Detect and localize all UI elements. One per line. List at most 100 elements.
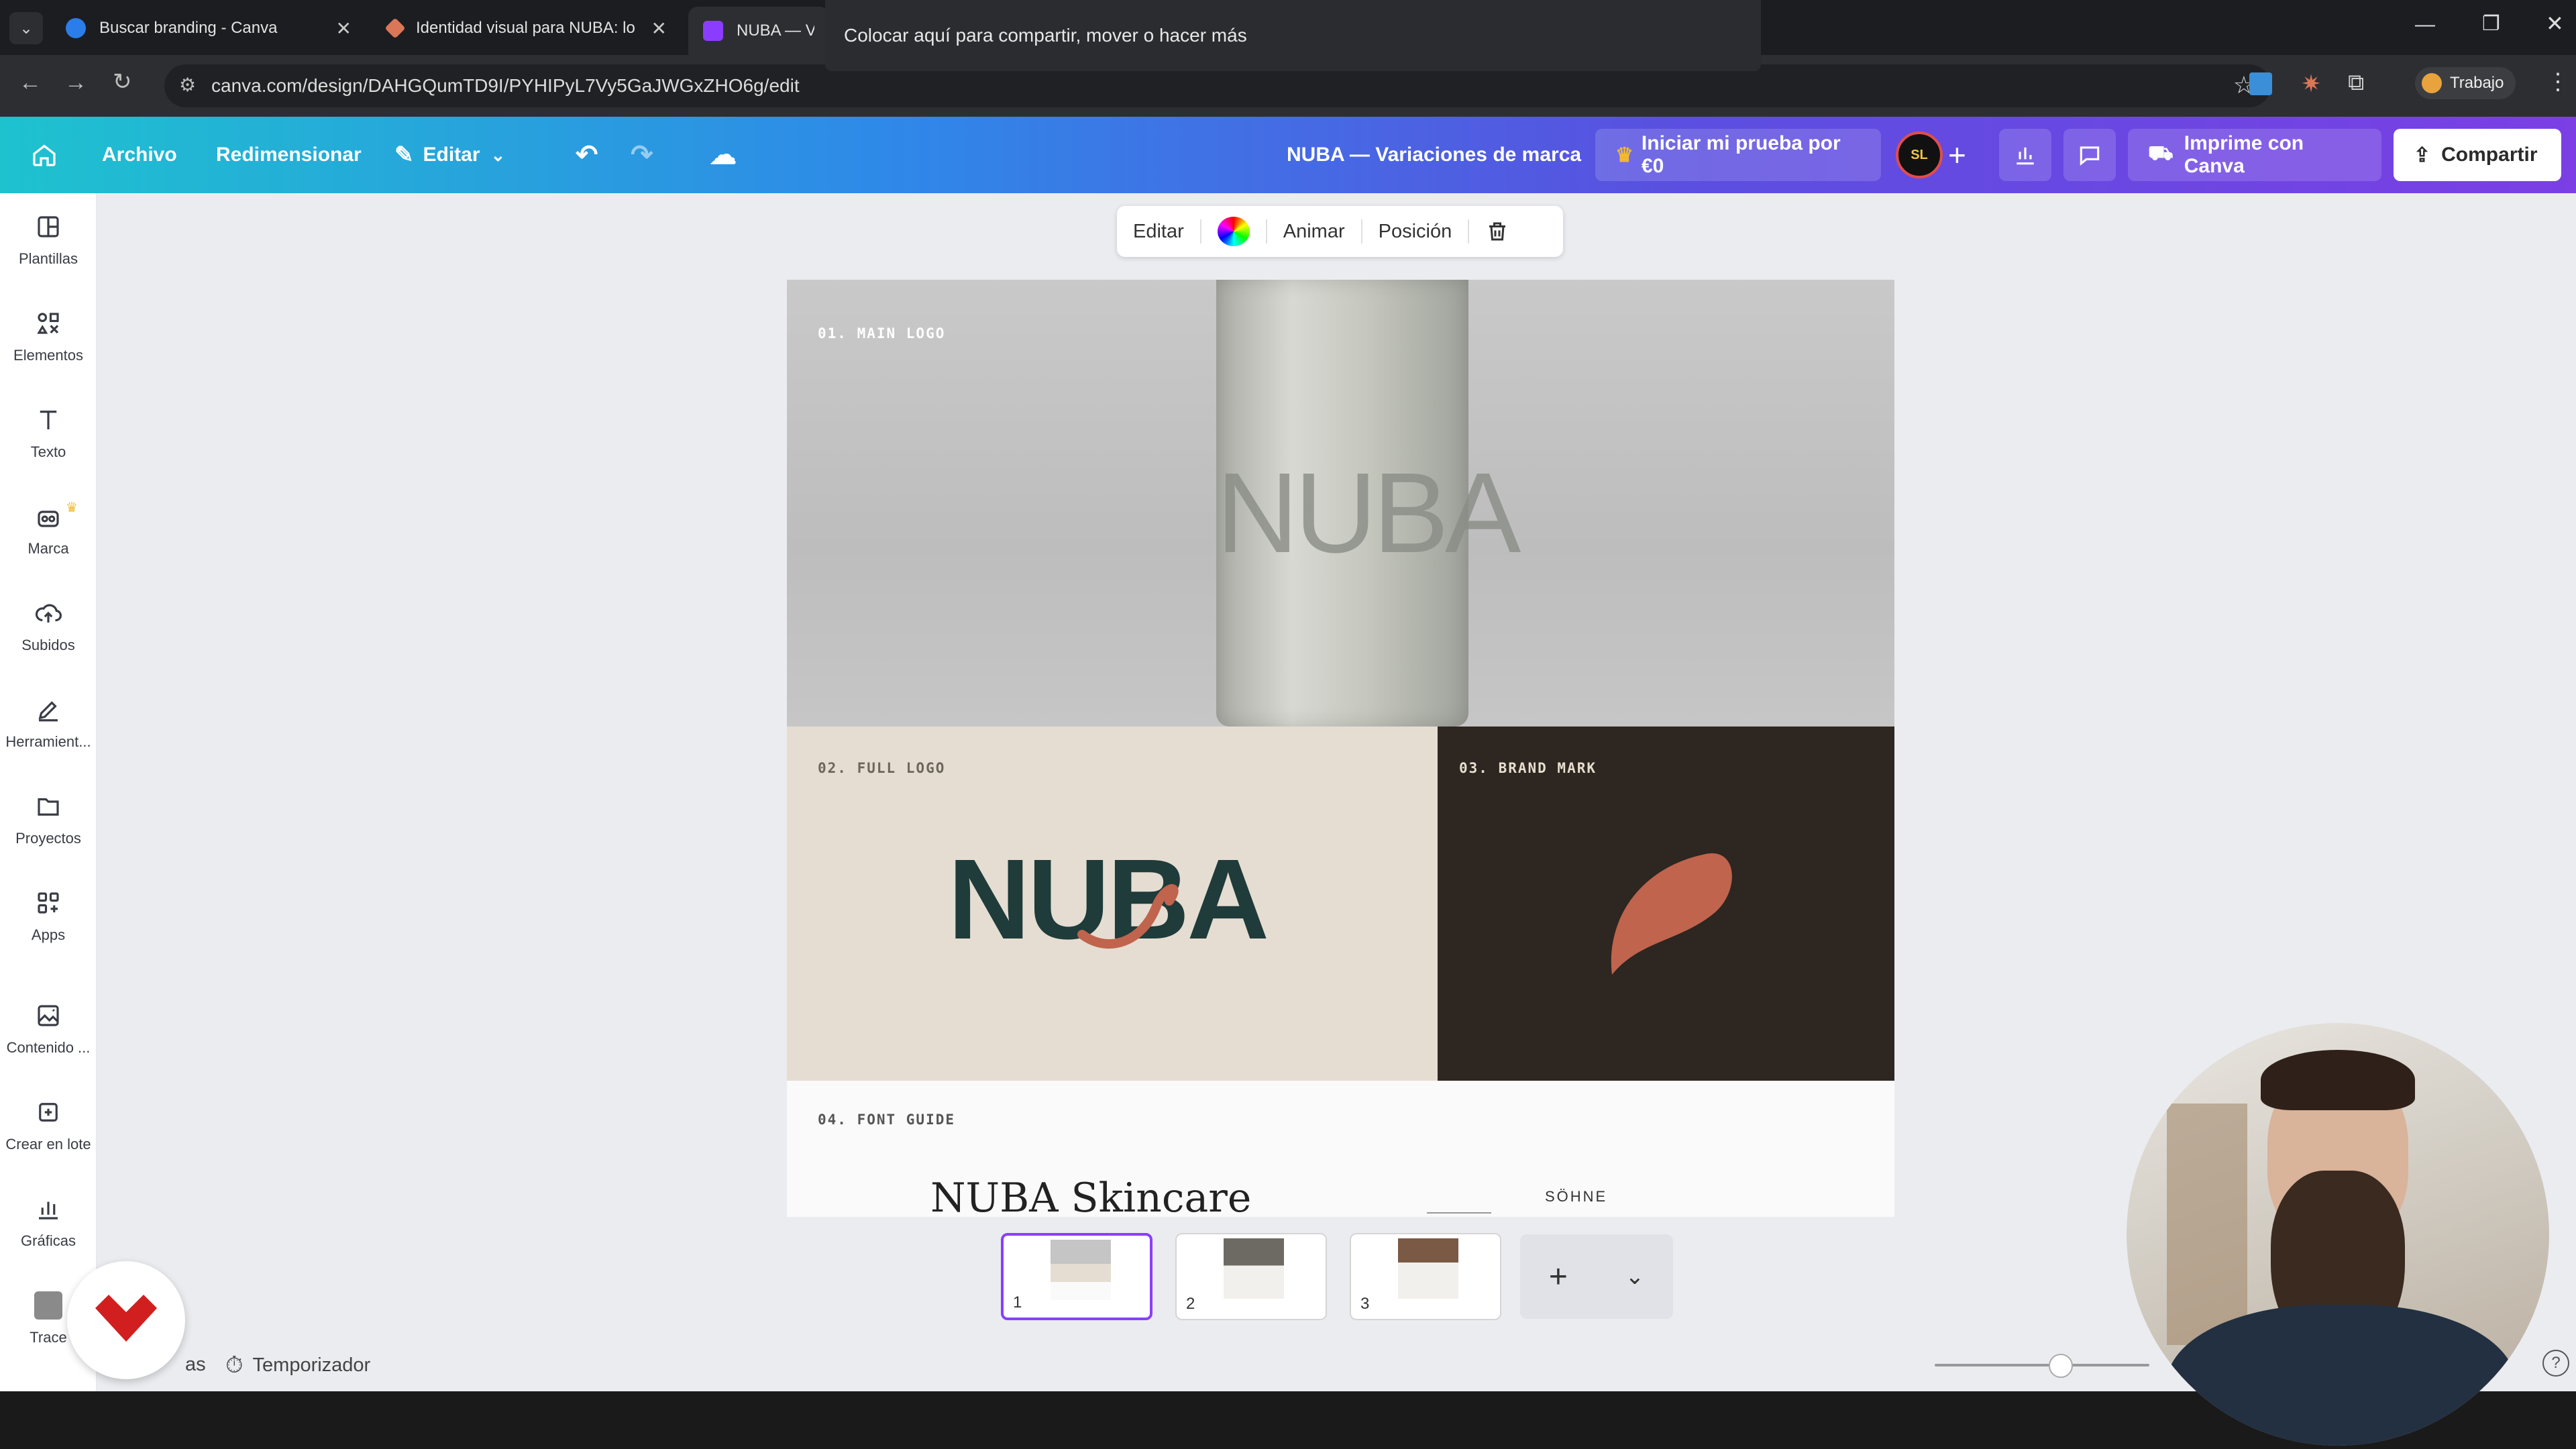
sidebar-item-brand[interactable]: ♛ Marca [0, 483, 97, 577]
browser-tab-claude[interactable]: Identidad visual para NUBA: lo ✕ [373, 7, 682, 50]
cloud-save-icon[interactable]: ☁ [710, 117, 737, 193]
share-button[interactable]: ⇪ Compartir [2394, 129, 2561, 181]
canva-design-favicon-icon [703, 21, 723, 41]
position-button[interactable]: Posición [1362, 221, 1468, 243]
page-thumbnail[interactable]: 2 [1175, 1233, 1327, 1320]
notes-button[interactable]: as [185, 1354, 206, 1376]
window-restore-icon[interactable]: ❐ [2482, 12, 2500, 36]
product-bottle-image[interactable]: NUBA [1216, 280, 1521, 727]
user-avatar[interactable]: SL [1896, 131, 1943, 178]
color-picker-button[interactable] [1201, 217, 1266, 246]
charts-icon [39, 1201, 58, 1220]
channel-logo-badge [67, 1261, 185, 1379]
person-shirt [2167, 1305, 2516, 1446]
main-logo-section[interactable]: 01. MAIN LOGO NUBA [787, 280, 1894, 727]
sidebar-item-magic-media[interactable]: Contenido ... [0, 982, 97, 1076]
brand-icon [38, 511, 59, 527]
left-sidebar: Plantillas Elementos Texto ♛ Marca Subid… [0, 193, 97, 1391]
archivo-label: Archivo [102, 144, 177, 166]
edit-image-button[interactable]: Editar [1117, 221, 1200, 243]
sidebar-item-apps[interactable]: Apps [0, 869, 97, 963]
page-thumbnail[interactable]: 3 [1350, 1233, 1501, 1320]
color-wheel-icon [1217, 217, 1250, 246]
window-close-icon[interactable]: ✕ [2546, 11, 2564, 36]
section-label: 04. FONT GUIDE [818, 1112, 956, 1128]
forward-icon[interactable]: → [64, 70, 87, 96]
extensions-puzzle-icon[interactable]: ⧉ [2348, 70, 2364, 96]
share-label: Compartir [2441, 144, 2538, 166]
brand-mark-section[interactable]: 03. BRAND MARK [1438, 727, 1894, 1081]
channel-logo-icon [95, 1295, 157, 1342]
sidebar-item-text[interactable]: Texto [0, 386, 97, 480]
tab-search-button[interactable]: ⌄ [9, 12, 43, 44]
sidebar-item-label: Proyectos [15, 830, 81, 847]
thumbnail-preview [1398, 1238, 1458, 1299]
font-guide-section[interactable]: 04. FONT GUIDE NUBA Skincare SÖHNE [787, 1081, 1894, 1218]
sidebar-item-tools[interactable]: Herramient... [0, 676, 97, 770]
sidebar-item-uploads[interactable]: Subidos [0, 580, 97, 674]
page-thumbnail[interactable]: 1 [1001, 1233, 1152, 1320]
insights-button[interactable] [1999, 129, 2051, 181]
browser-tab-active[interactable]: NUBA — Va [688, 7, 829, 55]
sidebar-item-label: Marca [28, 540, 69, 557]
sidebar-item-elements[interactable]: Elementos [0, 290, 97, 384]
comments-button[interactable] [2063, 129, 2116, 181]
back-icon[interactable]: ← [19, 70, 42, 96]
full-logo-section[interactable]: 02. FULL LOGO NUBA [787, 727, 1438, 1081]
window-minimize-icon[interactable]: — [2415, 13, 2435, 36]
canva-favicon-icon [66, 18, 86, 38]
help-icon[interactable]: ? [2542, 1350, 2569, 1377]
home-button[interactable] [31, 117, 58, 193]
delete-button[interactable] [1469, 219, 1525, 244]
print-with-canva-button[interactable]: ⛟ Imprime con Canva [2128, 129, 2381, 181]
archivo-menu[interactable]: Archivo [102, 117, 177, 193]
leaf-swoosh-icon [1077, 883, 1179, 949]
sidebar-item-label: Contenido ... [6, 1039, 91, 1056]
tab-title: Buscar branding - Canva [99, 19, 278, 37]
edit-mode-label: Editar [423, 144, 480, 166]
add-collaborator-icon[interactable]: + [1948, 137, 1966, 173]
zoom-slider-track[interactable] [1935, 1364, 2149, 1366]
timer-button[interactable]: ⏱ Temporizador [225, 1352, 370, 1379]
comment-icon [2080, 146, 2100, 166]
undo-button[interactable]: ↶ [576, 117, 598, 193]
page-number: 1 [1013, 1293, 1022, 1311]
profile-chip[interactable]: Trabajo [2415, 67, 2516, 99]
close-tab-icon[interactable]: ✕ [651, 17, 667, 40]
browser-menu-icon[interactable]: ⋮ [2546, 68, 2569, 95]
home-icon [33, 144, 56, 166]
truck-icon: ⛟ [2148, 142, 2174, 164]
sidebar-item-label: Trace [30, 1329, 67, 1346]
animate-button[interactable]: Animar [1267, 221, 1361, 243]
reload-icon[interactable]: ↻ [113, 68, 132, 95]
extension-play-icon[interactable] [2249, 72, 2272, 95]
font-sample-heading[interactable]: NUBA Skincare [930, 1175, 1251, 1218]
close-tab-icon[interactable]: ✕ [336, 17, 352, 40]
browser-tab-canva-search[interactable]: Buscar branding - Canva ✕ [51, 7, 366, 50]
thumbnail-preview [1051, 1240, 1111, 1300]
sidebar-item-label: Gráficas [21, 1232, 76, 1249]
start-trial-button[interactable]: ♛ Iniciar mi prueba por €0 [1595, 129, 1881, 181]
print-label: Imprime con Canva [2184, 132, 2304, 177]
document-title[interactable]: NUBA — Variaciones de marca [1287, 117, 1581, 193]
zoom-slider-thumb[interactable] [2049, 1354, 2073, 1378]
url-text: canva.com/design/DAHGQumTD9I/PYHIPyL7Vy5… [211, 75, 800, 96]
edit-mode-menu[interactable]: ✎ Editar ⌄ [394, 117, 505, 193]
sidebar-item-projects[interactable]: Proyectos [0, 773, 97, 867]
section-label: 03. BRAND MARK [1459, 760, 1597, 776]
design-page[interactable]: 01. MAIN LOGO NUBA 02. FULL LOGO NUBA 03… [787, 280, 1894, 1218]
sidebar-item-templates[interactable]: Plantillas [0, 193, 97, 287]
resize-button[interactable]: Redimensionar [216, 117, 362, 193]
context-toolbar: Editar Animar Posición [1117, 206, 1563, 257]
add-page-button[interactable]: + ⌄ [1520, 1234, 1673, 1319]
claude-favicon-icon [384, 17, 406, 39]
sidebar-item-charts[interactable]: Gráficas [0, 1175, 97, 1269]
extension-claude-icon[interactable]: ✷ [2301, 70, 2321, 98]
sidebar-item-bulk-create[interactable]: Crear en lote [0, 1079, 97, 1173]
site-settings-icon[interactable]: ⚙ [179, 74, 196, 96]
chevron-down-icon[interactable]: ⌄ [1625, 1263, 1645, 1290]
redo-button[interactable]: ↷ [631, 117, 653, 193]
text-icon [40, 411, 57, 429]
brand-leaf-mark-icon[interactable] [1599, 841, 1739, 981]
avatar-text: SL [1911, 147, 1928, 162]
